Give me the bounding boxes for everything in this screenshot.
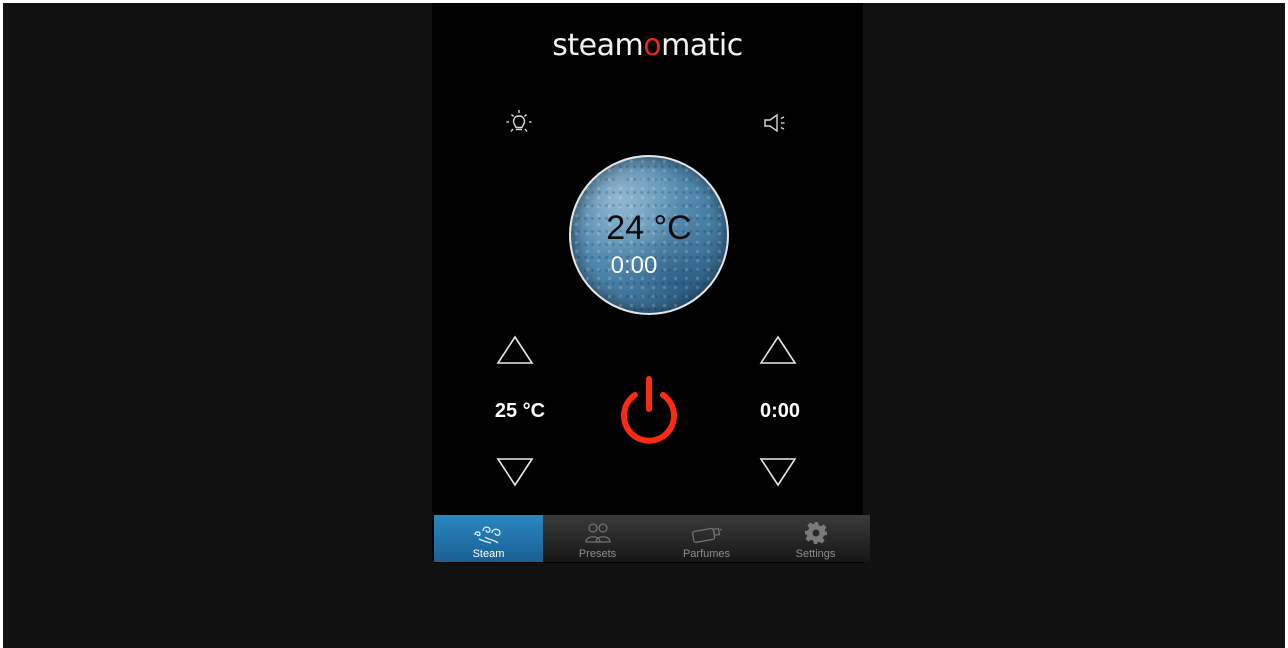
temperature-increase-button[interactable]: [495, 334, 535, 368]
power-button[interactable]: [615, 373, 683, 449]
tab-bar: Steam Presets Parfumes Settings: [434, 515, 870, 562]
temperature-decrease-button[interactable]: [495, 455, 535, 489]
tab-steam[interactable]: Steam: [434, 515, 543, 562]
brand-logo: steamomatic: [552, 28, 743, 63]
current-temperature: 24 °C: [606, 209, 692, 247]
time-setpoint: 0:00: [759, 400, 801, 422]
triangle-down-icon: [496, 458, 534, 487]
time-decrease-button[interactable]: [758, 455, 798, 489]
time-increase-button[interactable]: [758, 334, 798, 368]
tab-parfumes-label: Parfumes: [682, 548, 731, 560]
triangle-up-icon: [759, 335, 797, 364]
power-icon: [621, 376, 677, 444]
app-viewport: steamomatic 24 °C 0:00 25 °C 0:00 Steam …: [3, 3, 1285, 648]
tab-parfumes[interactable]: Parfumes: [652, 515, 761, 562]
temperature-setpoint: 25 °C: [494, 400, 546, 422]
steam-swirl-icon: [471, 520, 507, 546]
speaker-icon[interactable]: [757, 105, 793, 141]
temperature-dial: 24 °C 0:00: [569, 155, 729, 315]
tab-steam-label: Steam: [472, 548, 505, 560]
tab-settings[interactable]: Settings: [761, 515, 870, 562]
tab-presets[interactable]: Presets: [543, 515, 652, 562]
tab-presets-label: Presets: [578, 548, 617, 560]
triangle-down-icon: [759, 458, 797, 487]
tab-settings-label: Settings: [795, 548, 836, 560]
device-screen: steamomatic 24 °C 0:00 25 °C 0:00 Steam …: [432, 3, 870, 563]
gear-icon: [803, 520, 829, 546]
light-bulb-icon[interactable]: [501, 105, 537, 141]
elapsed-time: 0:00: [610, 252, 658, 279]
perfume-bottle-icon: [690, 520, 724, 546]
triangle-up-icon: [496, 335, 534, 364]
people-icon: [583, 520, 613, 546]
